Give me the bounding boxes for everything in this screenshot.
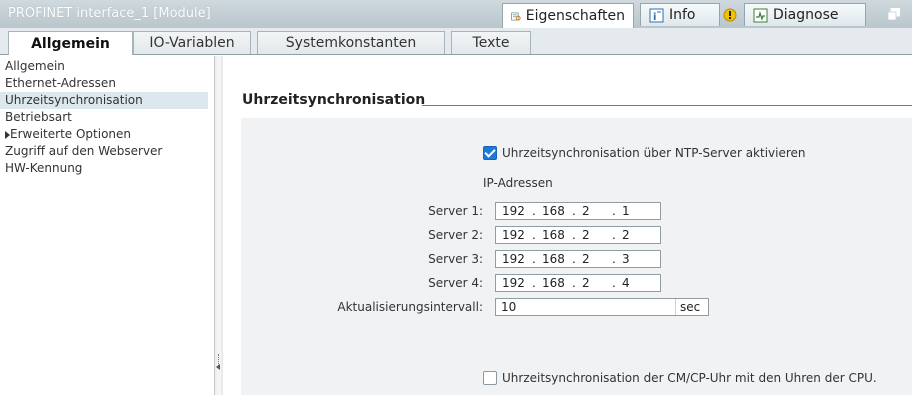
server-1-octet-2: 168 [542, 204, 565, 218]
server-1-octet-3: 2 [582, 204, 590, 218]
nav-tree: Allgemein Ethernet-Adressen Uhrzeitsynch… [0, 56, 214, 395]
nav-item-allgemein[interactable]: Allgemein [5, 58, 65, 75]
interval-value: 10 [501, 300, 517, 314]
tab-eigenschaften[interactable]: Eigenschaften [502, 3, 634, 28]
tab-io-variablen[interactable]: IO-Variablen [133, 31, 251, 54]
server-2-octet-3: 2 [582, 228, 590, 242]
tab-diagnose-label: Diagnose [773, 7, 839, 23]
tab-info-label: Info [669, 7, 696, 23]
tab-texte[interactable]: Texte [451, 31, 531, 54]
nav-item-erweiterte-optionen[interactable]: Erweiterte Optionen [5, 126, 132, 143]
content-area: Uhrzeitsynchronisation Uhrzeitsynchronis… [223, 56, 912, 395]
ntp-checkbox-label: Uhrzeitsynchronisation über NTP-Server a… [502, 146, 806, 160]
collapse-arrow-icon[interactable] [216, 364, 220, 370]
nav-item-erweiterte-optionen-label: Erweiterte Optionen [10, 127, 132, 141]
undock-icon[interactable] [888, 8, 900, 20]
server-2-octet-2: 168 [542, 228, 565, 242]
svg-text:i: i [653, 12, 656, 23]
section-title: Uhrzeitsynchronisation [242, 92, 426, 108]
nav-item-webserver[interactable]: Zugriff auf den Webserver [5, 143, 162, 160]
server-4-label: Server 4: [428, 276, 483, 290]
nav-item-uhrzeitsynchronisation[interactable]: Uhrzeitsynchronisation [0, 92, 208, 109]
nav-item-ethernet-adressen[interactable]: Ethernet-Adressen [5, 75, 116, 92]
ip-addresses-heading: IP-Adressen [483, 176, 553, 190]
tab-eigenschaften-label: Eigenschaften [525, 8, 625, 24]
section-divider [422, 105, 912, 106]
server-2-label: Server 2: [428, 228, 483, 242]
server-3-octet-2: 168 [542, 252, 565, 266]
interval-label: Aktualisierungsintervall: [337, 300, 483, 314]
server-4-octet-2: 168 [542, 276, 565, 290]
server-3-ip-field[interactable]: 192 . 168 . 2 . 3 [495, 250, 661, 268]
cpu-sync-checkbox[interactable] [483, 371, 497, 385]
server-1-ip-field[interactable]: 192 . 168 . 2 . 1 [495, 202, 661, 220]
properties-icon [511, 12, 521, 21]
server-3-octet-3: 2 [582, 252, 590, 266]
server-1-label: Server 1: [428, 204, 483, 218]
window-title: PROFINET interface_1 [Module] [8, 6, 211, 21]
server-2-ip-field[interactable]: 192 . 168 . 2 . 2 [495, 226, 661, 244]
warning-icon [723, 8, 737, 22]
tab-info[interactable]: i Info [640, 3, 720, 26]
title-bar: PROFINET interface_1 [Module] Eigenschaf… [0, 0, 912, 29]
server-3-label: Server 3: [428, 252, 483, 266]
main-tabs: Allgemein IO-Variablen Systemkonstanten … [0, 28, 912, 55]
info-icon: i [649, 8, 664, 23]
tab-diagnose[interactable]: Diagnose [744, 3, 866, 26]
server-4-ip-field[interactable]: 192 . 168 . 2 . 4 [495, 274, 661, 292]
cpu-sync-checkbox-label: Uhrzeitsynchronisation der CM/CP-Uhr mit… [502, 371, 877, 385]
server-2-octet-1: 192 [502, 228, 525, 242]
nav-item-hw-kennung[interactable]: HW-Kennung [5, 160, 82, 177]
settings-panel: Uhrzeitsynchronisation über NTP-Server a… [241, 118, 912, 395]
tab-allgemein[interactable]: Allgemein [8, 31, 133, 55]
server-2-octet-4: 2 [622, 228, 630, 242]
diagnostics-icon [753, 8, 768, 22]
interval-unit: sec [680, 300, 701, 314]
tab-systemkonstanten[interactable]: Systemkonstanten [257, 31, 445, 54]
server-4-octet-3: 2 [582, 276, 590, 290]
server-4-octet-1: 192 [502, 276, 525, 290]
server-3-octet-1: 192 [502, 252, 525, 266]
expand-arrow-icon[interactable] [5, 131, 10, 139]
server-4-octet-4: 4 [622, 276, 630, 290]
server-1-octet-1: 192 [502, 204, 525, 218]
interval-separator [675, 299, 676, 315]
server-3-octet-4: 3 [622, 252, 630, 266]
ntp-checkbox[interactable] [483, 146, 497, 160]
interval-field[interactable]: 10 sec [495, 298, 709, 316]
nav-item-betriebsart[interactable]: Betriebsart [5, 109, 72, 126]
server-1-octet-4: 1 [622, 204, 630, 218]
